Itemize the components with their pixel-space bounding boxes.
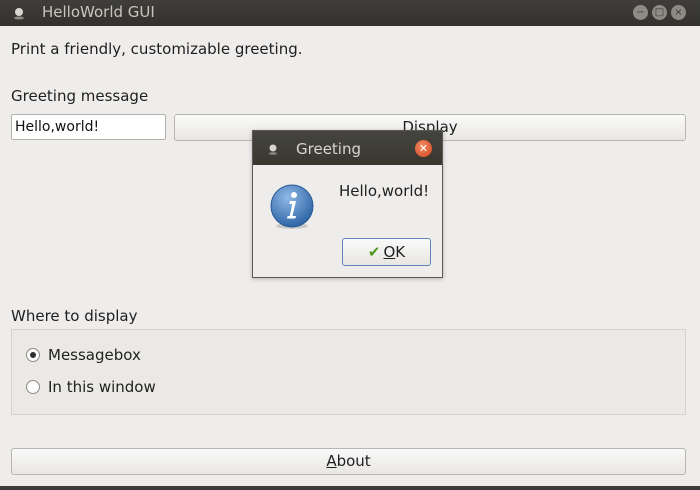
display-options-group: Messagebox In this window [11, 329, 686, 415]
description-text: Print a friendly, customizable greeting. [11, 40, 303, 58]
greeting-dialog: Greeting ✕ Hello,world! ✔ OK [252, 130, 443, 278]
radio-button-checked[interactable] [26, 348, 40, 362]
app-icon [14, 8, 24, 20]
dialog-titlebar[interactable]: Greeting ✕ [253, 131, 442, 165]
radio-label: In this window [48, 378, 156, 396]
radio-button-unchecked[interactable] [26, 380, 40, 394]
close-button[interactable]: × [671, 5, 686, 20]
about-mnemonic: A [326, 452, 337, 470]
ok-label-rest: K [395, 243, 406, 261]
dialog-close-button[interactable]: ✕ [415, 140, 432, 157]
window-titlebar[interactable]: HelloWorld GUI − □ × [0, 0, 700, 26]
greeting-message-label: Greeting message [11, 87, 149, 105]
greeting-message-input[interactable] [11, 114, 166, 140]
checkmark-icon: ✔ [367, 243, 381, 261]
radio-label: Messagebox [48, 346, 141, 364]
dialog-title: Greeting [296, 140, 361, 158]
about-label-rest: bout [336, 452, 371, 470]
window-title: HelloWorld GUI [42, 3, 155, 21]
dialog-message: Hello,world! [339, 182, 430, 200]
maximize-button[interactable]: □ [652, 5, 667, 20]
close-icon: ✕ [418, 142, 429, 155]
window-bottom-edge [0, 486, 700, 490]
ok-button[interactable]: ✔ OK [342, 238, 431, 266]
app-icon [269, 144, 277, 155]
about-button[interactable]: About [11, 448, 686, 475]
minimize-button[interactable]: − [633, 5, 648, 20]
where-to-display-label: Where to display [11, 307, 138, 325]
info-icon [270, 184, 314, 229]
ok-mnemonic: O [383, 243, 396, 261]
